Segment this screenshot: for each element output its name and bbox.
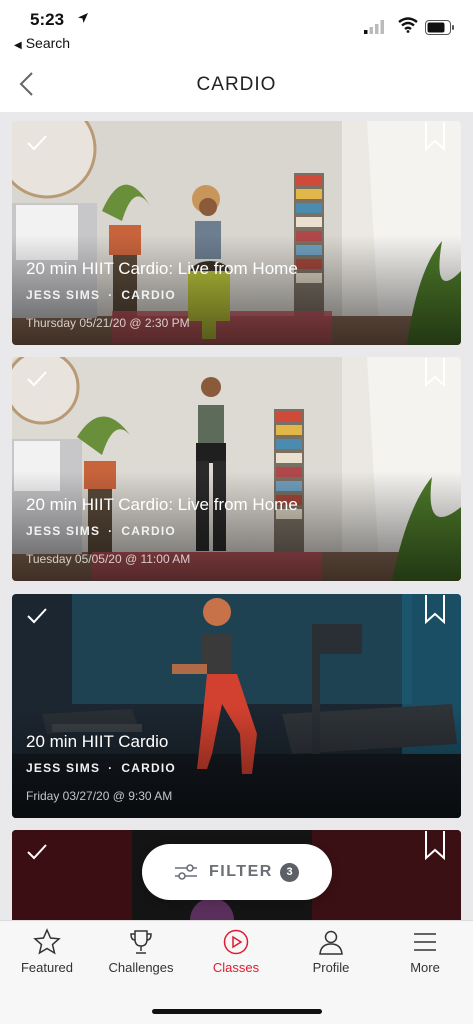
back-to-search-link[interactable]: ◀ Search xyxy=(14,35,70,51)
bookmark-icon[interactable] xyxy=(423,830,447,860)
tab-label: Profile xyxy=(312,960,350,975)
tab-label: Classes xyxy=(212,960,260,975)
instructor-name: JESS SIMS xyxy=(26,761,101,775)
tab-bar: Featured Challenges Classes Profile More xyxy=(0,920,473,1024)
class-meta: JESS SIMS · CARDIO xyxy=(26,761,176,775)
wifi-icon xyxy=(398,17,418,33)
play-circle-icon xyxy=(223,929,249,955)
filter-button[interactable]: FILTER 3 xyxy=(142,844,332,900)
class-card[interactable]: 20 min HIIT Cardio: Live from Home JESS … xyxy=(12,121,461,345)
trophy-icon xyxy=(130,930,152,954)
instructor-name: JESS SIMS xyxy=(26,288,101,302)
filter-count-badge: 3 xyxy=(280,863,299,882)
sliders-icon xyxy=(175,864,197,880)
back-app-label: Search xyxy=(25,35,71,51)
tab-label: Featured xyxy=(20,960,74,975)
location-arrow-icon xyxy=(78,13,88,23)
bookmark-icon[interactable] xyxy=(423,594,447,624)
nav-bar: CARDIO xyxy=(0,58,473,112)
completed-check-icon xyxy=(27,135,47,151)
completed-check-icon xyxy=(27,844,47,860)
cellular-signal-icon xyxy=(364,20,384,34)
tab-label: Challenges xyxy=(108,960,174,975)
bookmark-icon[interactable] xyxy=(423,357,447,387)
class-category: CARDIO xyxy=(121,524,176,538)
class-date: Tuesday 05/05/20 @ 11:00 AM xyxy=(26,552,191,566)
completed-check-icon xyxy=(27,371,47,387)
class-category: CARDIO xyxy=(121,288,176,302)
menu-icon xyxy=(414,933,436,951)
tab-label: More xyxy=(410,960,440,975)
class-card[interactable]: 20 min HIIT Cardio JESS SIMS · CARDIO Frid… xyxy=(12,594,461,818)
tab-challenges[interactable]: Challenges xyxy=(96,927,186,975)
tab-more[interactable]: More xyxy=(380,927,470,975)
status-time: 5:23 xyxy=(30,10,65,29)
class-card[interactable]: 20 min HIIT Cardio: Live from Home JESS … xyxy=(12,357,461,581)
page-title: CARDIO xyxy=(196,74,277,95)
person-icon xyxy=(319,930,343,955)
completed-check-icon xyxy=(27,608,47,624)
tab-featured[interactable]: Featured xyxy=(2,927,92,975)
class-meta: JESS SIMS · CARDIO xyxy=(26,288,176,302)
bookmark-icon[interactable] xyxy=(423,121,447,151)
home-indicator[interactable] xyxy=(152,1009,322,1014)
class-date: Friday 03/27/20 @ 9:30 AM xyxy=(26,789,173,803)
class-category: CARDIO xyxy=(121,761,176,775)
status-bar: 5:23 ◀ Search xyxy=(0,0,473,58)
battery-icon xyxy=(425,20,454,35)
class-date: Thursday 05/21/20 @ 2:30 PM xyxy=(26,316,190,330)
tab-classes[interactable]: Classes xyxy=(191,927,281,975)
class-title: 20 min HIIT Cardio xyxy=(26,732,169,751)
instructor-name: JESS SIMS xyxy=(26,524,101,538)
filter-label: FILTER xyxy=(209,863,273,880)
class-title: 20 min HIIT Cardio: Live from Home xyxy=(26,259,298,278)
class-meta: JESS SIMS · CARDIO xyxy=(26,524,176,538)
star-icon xyxy=(33,928,61,955)
class-title: 20 min HIIT Cardio: Live from Home xyxy=(26,495,298,514)
tab-profile[interactable]: Profile xyxy=(286,927,376,975)
class-list[interactable]: 20 min HIIT Cardio: Live from Home JESS … xyxy=(0,112,473,920)
